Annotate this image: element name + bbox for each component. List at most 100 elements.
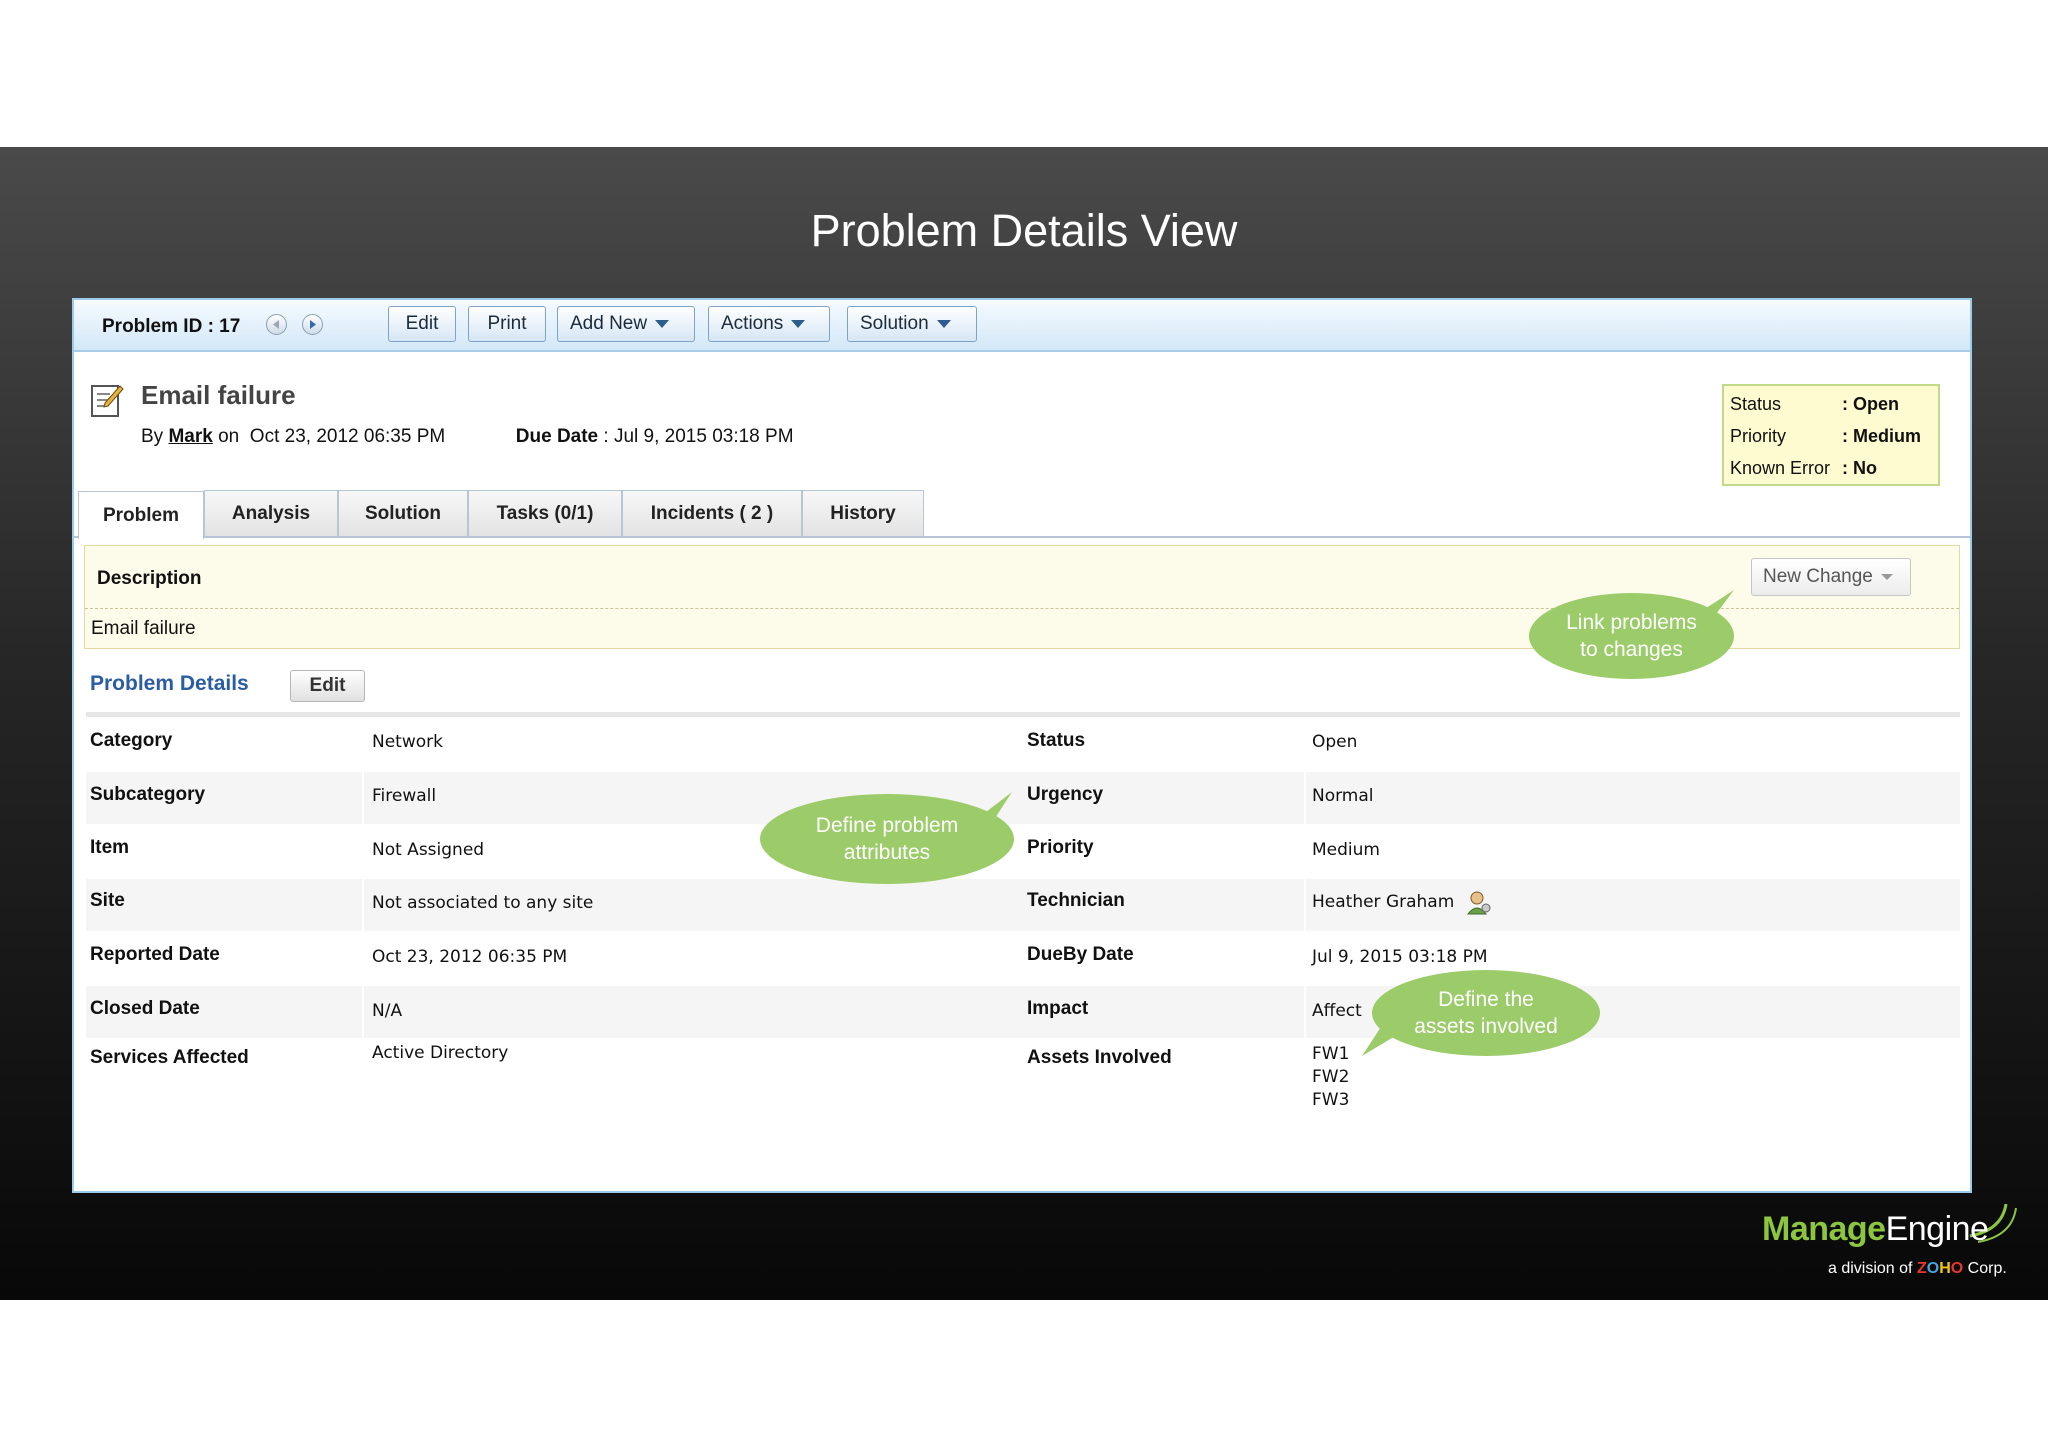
technician-label: Technician — [1027, 890, 1125, 911]
priority-label: Priority — [1027, 837, 1094, 858]
column-divider — [1304, 720, 1306, 1100]
solution-label: Solution — [860, 313, 929, 334]
tab-incidents[interactable]: Incidents ( 2 ) — [622, 490, 802, 536]
due-date-label: Due Date — [515, 426, 599, 447]
add-new-label: Add New — [570, 313, 648, 334]
author-link[interactable]: Mark — [168, 426, 212, 447]
impact-value: Affect — [1312, 1001, 1362, 1021]
logo-division-text: a division of — [1828, 1260, 1913, 1277]
callout-line: attributes — [843, 841, 931, 864]
tab-analysis[interactable]: Analysis — [204, 490, 338, 536]
new-change-dropdown[interactable]: New Change — [1751, 558, 1911, 596]
callout-line: Define the — [1438, 987, 1534, 1011]
tab-history[interactable]: History — [802, 490, 924, 536]
logo-division-line: a division of ZOHO Corp. — [1828, 1260, 2007, 1278]
created-date: on Oct 23, 2012 06:35 PM — [218, 426, 446, 447]
known-error-row-value: : No — [1842, 458, 1877, 478]
problem-details-heading: Problem Details — [90, 672, 249, 695]
subcategory-value: Firewall — [372, 786, 437, 806]
priority-row-label: Priority — [1730, 426, 1787, 446]
problem-details-edit-button[interactable]: Edit — [290, 670, 365, 702]
assets-involved-label: Assets Involved — [1027, 1047, 1172, 1068]
edit-button-label: Edit — [405, 313, 439, 334]
priority-row-value: : Medium — [1842, 426, 1921, 446]
solution-dropdown[interactable]: Solution — [847, 306, 977, 342]
callout-line: to changes — [1580, 638, 1683, 661]
zoho-letter: O — [1926, 1260, 1940, 1277]
row-stripe — [86, 879, 1960, 931]
closed-date-label: Closed Date — [90, 998, 200, 1019]
technician-user-icon — [1466, 891, 1491, 915]
services-affected-value: Active Directory — [372, 1043, 509, 1063]
description-label: Description — [97, 568, 202, 589]
callout-line: Link problems — [1566, 610, 1697, 634]
technician-value: Heather Graham — [1312, 892, 1455, 912]
item-label: Item — [90, 837, 130, 858]
details-divider — [86, 712, 1960, 717]
arrow-right-icon — [310, 320, 316, 329]
impact-label: Impact — [1027, 998, 1089, 1019]
closed-date-value: N/A — [372, 1001, 403, 1021]
next-problem-button[interactable] — [302, 314, 323, 335]
by-prefix: By — [141, 426, 164, 447]
urgency-value: Normal — [1312, 786, 1374, 806]
item-value: Not Assigned — [372, 840, 485, 860]
subcategory-label: Subcategory — [90, 784, 206, 805]
callout-line: assets involved — [1414, 1015, 1558, 1038]
status-value: Open — [1312, 732, 1358, 752]
status-row-label: Status — [1730, 394, 1782, 414]
status-row-value: : Open — [1842, 394, 1899, 414]
known-error-row-label: Known Error — [1730, 458, 1831, 478]
notepad-edit-icon — [91, 385, 124, 417]
arrow-left-icon — [273, 320, 279, 329]
row-stripe — [86, 772, 1960, 824]
asset-item: FW2 — [1312, 1067, 1350, 1087]
urgency-label: Urgency — [1027, 784, 1104, 805]
logo-engine: Engine — [1885, 1210, 1989, 1248]
dueby-date-value: Jul 9, 2015 03:18 PM — [1312, 947, 1488, 967]
print-button-label: Print — [487, 313, 527, 334]
reported-date-value: Oct 23, 2012 06:35 PM — [372, 947, 568, 967]
actions-dropdown[interactable]: Actions — [708, 306, 830, 342]
callout-define-attributes: Define problem attributes — [760, 794, 1014, 884]
services-affected-label: Services Affected — [90, 1047, 249, 1068]
zoho-letter: Z — [1916, 1260, 1927, 1277]
priority-value: Medium — [1312, 840, 1380, 860]
logo-manage: Manage — [1762, 1210, 1886, 1248]
tab-tasks[interactable]: Tasks (0/1) — [468, 490, 622, 536]
category-label: Category — [90, 730, 173, 751]
chevron-down-icon — [655, 320, 670, 328]
edit-button[interactable]: Edit — [388, 306, 456, 342]
toolbar: Problem ID : 17 Edit Print Add New Actio… — [74, 300, 1970, 352]
print-button[interactable]: Print — [468, 306, 546, 342]
status-label: Status — [1027, 730, 1086, 751]
category-value: Network — [372, 732, 443, 752]
site-value: Not associated to any site — [372, 893, 594, 913]
previous-problem-button[interactable] — [266, 314, 287, 335]
callout-link-problems: Link problems to changes — [1529, 593, 1734, 679]
problem-id: Problem ID : 17 — [102, 316, 241, 337]
zoho-letter: O — [1950, 1260, 1964, 1277]
problem-byline: By Mark on Oct 23, 2012 06:35 PM Due Dat… — [141, 426, 794, 448]
actions-label: Actions — [721, 313, 784, 334]
zoho-letter: H — [1939, 1260, 1951, 1277]
new-change-label: New Change — [1763, 566, 1873, 587]
tab-solution[interactable]: Solution — [338, 490, 468, 536]
callout-define-assets: Define the assets involved — [1372, 970, 1600, 1056]
dueby-date-label: DueBy Date — [1027, 944, 1134, 965]
reported-date-label: Reported Date — [90, 944, 220, 965]
tab-underline — [74, 536, 1970, 538]
asset-item: FW3 — [1312, 1090, 1350, 1110]
description-text: Email failure — [91, 618, 196, 639]
chevron-down-icon — [791, 320, 806, 328]
tab-problem[interactable]: Problem — [78, 491, 204, 539]
row-stripe — [86, 986, 1960, 1038]
slide-title: Problem Details View — [810, 205, 1238, 256]
chevron-down-icon — [936, 320, 951, 328]
add-new-dropdown[interactable]: Add New — [557, 306, 695, 342]
callout-line: Define problem — [815, 813, 959, 837]
problem-details-window: Problem ID : 17 Edit Print Add New Actio… — [72, 298, 1972, 1193]
status-summary-box: Status : Open Priority : Medium Known Er… — [1722, 384, 1940, 486]
logo-wordmark: ManageEngine — [1762, 1210, 1989, 1249]
manageengine-logo: ManageEngine a division of ZOHO Corp. — [1762, 1200, 2022, 1290]
